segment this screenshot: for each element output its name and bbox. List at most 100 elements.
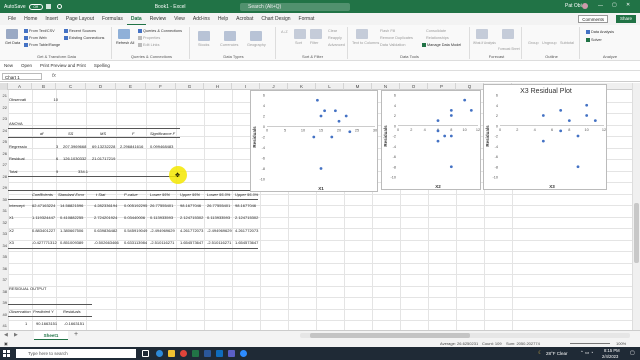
row-header-31[interactable]: 31 [0, 205, 8, 217]
next-sheet-icon[interactable]: ▶ [14, 332, 18, 338]
column-header-A[interactable]: A [8, 83, 32, 90]
windows-start-icon[interactable] [3, 350, 10, 357]
row-header-32[interactable]: 32 [0, 216, 8, 228]
explorer-icon[interactable] [168, 350, 175, 357]
menu-tab-file[interactable]: File [4, 13, 20, 25]
from-text-button[interactable]: From Text/CSV [24, 29, 55, 33]
user-name[interactable]: Pat Obi [565, 3, 582, 9]
quick-spelling-button[interactable]: Spelling [94, 63, 110, 68]
advanced-button[interactable]: Advanced [328, 43, 345, 47]
chrome-icon[interactable] [180, 350, 187, 357]
row-header-40[interactable]: 40 [0, 308, 8, 320]
menu-tab-data[interactable]: Data [126, 13, 146, 25]
data-validation-button[interactable]: Data Validation [380, 43, 405, 47]
close-icon[interactable]: ✕ [626, 2, 630, 8]
sort-az-button[interactable]: A↓Z [281, 30, 288, 34]
zoom-level[interactable]: 100% [616, 341, 626, 346]
taskbar-search[interactable]: Type here to search [16, 349, 136, 358]
quick-open-button[interactable]: Open [21, 63, 32, 68]
add-sheet-button[interactable]: + [74, 331, 78, 338]
formula-input[interactable] [62, 73, 632, 80]
row-header-28[interactable]: 28 [0, 170, 8, 182]
quick-new-button[interactable]: New [4, 63, 13, 68]
group-button[interactable]: Group [528, 41, 539, 45]
row-header-38[interactable]: 38 [0, 285, 8, 297]
autosave-toggle[interactable]: Off [28, 3, 43, 10]
properties-button[interactable]: Properties [138, 36, 160, 40]
row-header-37[interactable]: 37 [0, 274, 8, 286]
data-analysis-button[interactable]: Data Analysis [586, 30, 614, 34]
row-header-36[interactable]: 36 [0, 262, 8, 274]
minimize-icon[interactable]: — [598, 3, 603, 9]
flash-fill-button[interactable]: Flash Fill [380, 29, 395, 33]
column-header-M[interactable]: M [344, 83, 372, 90]
row-header-34[interactable]: 34 [0, 239, 8, 251]
excel-taskbar-icon[interactable] [192, 350, 199, 357]
get-data-button[interactable]: Get Data [5, 41, 20, 45]
column-header-N[interactable]: N [372, 83, 400, 90]
h-scroll-thumb[interactable] [310, 333, 470, 338]
notification-icon[interactable]: ▢ [630, 350, 635, 356]
sort-button[interactable]: Sort [295, 41, 302, 45]
row-header-27[interactable]: 27 [0, 159, 8, 171]
row-header-21[interactable]: 21 [0, 90, 8, 102]
row-header-41[interactable]: 41 [0, 320, 8, 330]
menu-tab-insert[interactable]: Insert [41, 13, 62, 25]
column-header-B[interactable]: B [32, 83, 56, 90]
weather-text[interactable]: 28°F Clear [546, 351, 568, 356]
select-all-corner[interactable] [0, 83, 8, 90]
zoom-app-icon[interactable] [240, 350, 247, 357]
from-table-button[interactable]: From Table/Range [24, 43, 60, 47]
word-icon[interactable] [204, 350, 211, 357]
column-header-J[interactable]: J [260, 83, 288, 90]
menu-tab-home[interactable]: Home [20, 13, 41, 25]
menu-tab-help[interactable]: Help [214, 13, 232, 25]
edit-links-button[interactable]: Edit Links [138, 43, 159, 47]
column-header-L[interactable]: L [316, 83, 344, 90]
vertical-scrollbar[interactable] [632, 83, 640, 330]
quick-print-preview-and-print-button[interactable]: Print Preview and Print [40, 63, 86, 68]
manage-data-model-button[interactable]: Manage Data Model [422, 43, 461, 47]
currencies-icon[interactable] [224, 31, 236, 41]
what-if-icon[interactable] [476, 29, 488, 39]
edge-icon[interactable] [156, 350, 163, 357]
geography-icon[interactable] [250, 31, 262, 41]
menu-tab-view[interactable]: View [170, 13, 189, 25]
residual-chart-x2[interactable]: 6420-2-4-6-8-10024681012X2Residuals [381, 90, 481, 190]
menu-tab-review[interactable]: Review [146, 13, 170, 25]
row-header-26[interactable]: 26 [0, 147, 8, 159]
forecast-sheet-button[interactable]: Forecast Sheet [498, 47, 520, 51]
task-view-icon[interactable] [142, 350, 149, 357]
row-header-30[interactable]: 30 [0, 193, 8, 205]
subtotal-button[interactable]: Subtotal [560, 41, 574, 45]
maximize-icon[interactable]: ▢ [612, 2, 617, 8]
column-header-C[interactable]: C [56, 83, 86, 90]
clock-date[interactable]: 2/4/2023 [602, 354, 618, 359]
teams-icon[interactable] [228, 350, 235, 357]
relationships-button[interactable]: Relationships [426, 36, 449, 40]
avatar[interactable] [582, 3, 588, 9]
row-header-35[interactable]: 35 [0, 251, 8, 263]
weather-icon[interactable]: ☾ [538, 350, 542, 356]
clock-time[interactable]: 8:15 PM [604, 348, 620, 353]
scroll-thumb[interactable] [634, 203, 639, 263]
row-header-24[interactable]: 24 [0, 124, 8, 136]
existing-connections-button[interactable]: Existing Connections [64, 36, 104, 40]
solver-button[interactable]: Solver [586, 38, 602, 42]
row-header-22[interactable]: 22 [0, 101, 8, 113]
save-icon[interactable] [45, 4, 51, 9]
filter-icon[interactable] [310, 29, 322, 39]
text-to-columns-icon[interactable] [356, 29, 368, 39]
sort-icon[interactable] [294, 29, 306, 39]
fx-icon[interactable]: fx [52, 73, 56, 79]
remove-duplicates-button[interactable]: Remove Duplicates [380, 36, 413, 40]
from-web-button[interactable]: From Web [24, 36, 47, 40]
column-header-P[interactable]: P [428, 83, 456, 90]
column-header-G[interactable]: G [176, 83, 204, 90]
undo-icon[interactable] [56, 4, 62, 9]
column-header-H[interactable]: H [204, 83, 232, 90]
stocks-icon[interactable] [198, 31, 210, 41]
menu-tab-chart-design[interactable]: Chart Design [257, 13, 294, 25]
forecast-sheet-icon[interactable] [502, 29, 514, 39]
recent-sources-button[interactable]: Recent Sources [64, 29, 96, 33]
